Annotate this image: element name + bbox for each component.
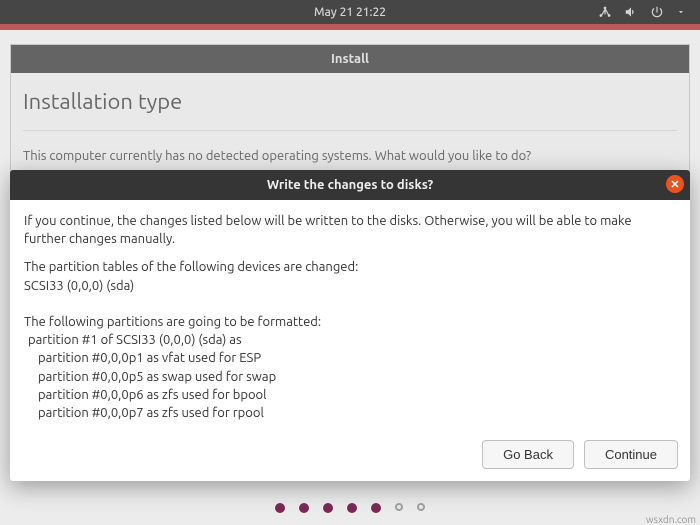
step-dot: [299, 503, 309, 513]
confirm-dialog: Write the changes to disks? ✕ If you con…: [10, 170, 690, 481]
dialog-footer: Go Back Continue: [10, 432, 690, 481]
close-button[interactable]: ✕: [666, 175, 684, 193]
step-dot: [417, 503, 425, 511]
go-back-button[interactable]: Go Back: [482, 440, 574, 469]
step-dot: [371, 503, 381, 513]
tables-heading: The partition tables of the following de…: [24, 258, 676, 276]
close-icon: ✕: [670, 178, 679, 191]
format-line: partition #1 of SCSI33 (0,0,0) (sda) as: [24, 331, 676, 349]
step-dot: [323, 503, 333, 513]
dialog-intro: If you continue, the changes listed belo…: [24, 212, 676, 248]
step-indicator: [0, 503, 700, 513]
device-line: SCSI33 (0,0,0) (sda): [24, 277, 676, 295]
dialog-titlebar: Write the changes to disks? ✕: [10, 170, 690, 200]
step-dot: [347, 503, 357, 513]
dialog-body: If you continue, the changes listed belo…: [10, 200, 690, 432]
watermark: wsxdn.com: [646, 514, 696, 525]
format-line: partition #0,0,0p7 as zfs used for rpool: [24, 404, 676, 422]
format-heading: The following partitions are going to be…: [24, 313, 676, 331]
format-line: partition #0,0,0p5 as swap used for swap: [24, 368, 676, 386]
format-line: partition #0,0,0p6 as zfs used for bpool: [24, 386, 676, 404]
continue-button[interactable]: Continue: [584, 440, 678, 469]
dialog-title: Write the changes to disks?: [267, 178, 433, 192]
step-dot: [275, 503, 285, 513]
format-line: partition #0,0,0p1 as vfat used for ESP: [24, 349, 676, 367]
step-dot: [395, 503, 403, 511]
